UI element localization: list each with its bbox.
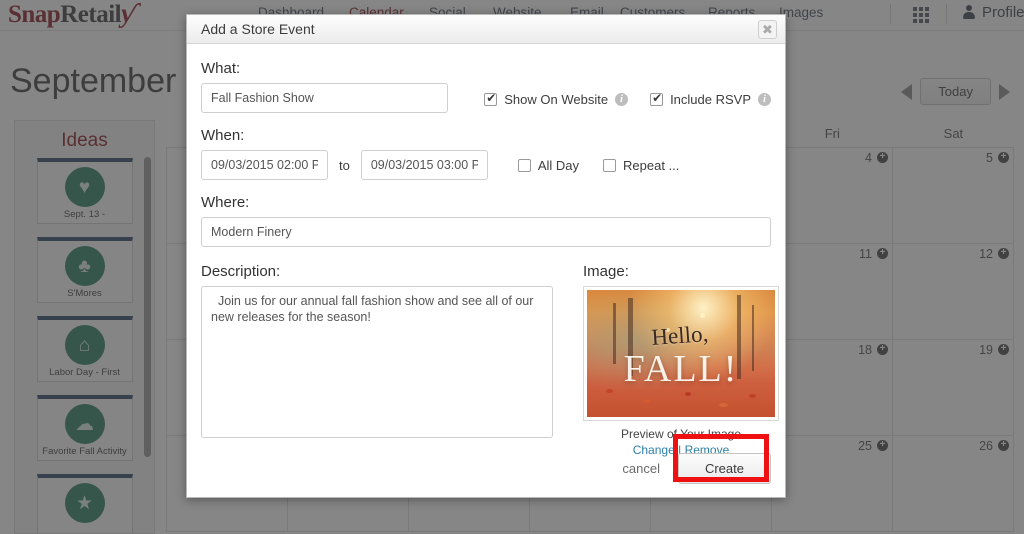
fall-preview-image: Hello, FALL! [587, 290, 775, 417]
description-label: Description: [201, 263, 281, 280]
show-on-website-checkbox[interactable] [484, 91, 498, 106]
all-day-checkbox[interactable] [517, 158, 531, 172]
start-datetime-input[interactable] [201, 150, 328, 180]
include-rsvp-label: Include RSVP [670, 92, 751, 107]
event-name-input[interactable] [201, 83, 449, 113]
image-column: Image: Hello, FALL! Preview of Your Imag… [583, 263, 779, 457]
dialog-title: Add a Store Event [201, 21, 315, 37]
include-rsvp-checkbox[interactable] [650, 91, 664, 106]
create-button[interactable]: Create [677, 453, 771, 484]
where-label: Where: [201, 194, 250, 211]
where-block: Where: [201, 194, 771, 247]
what-row: Show On Website i Include RSVP i [201, 83, 771, 113]
image-label: Image: [583, 263, 629, 280]
what-label: What: [201, 60, 241, 77]
dialog-titlebar: Add a Store Event ✖ [187, 15, 785, 44]
show-on-website-group[interactable]: Show On Website i [484, 91, 629, 107]
cancel-button[interactable]: cancel [622, 461, 660, 476]
image-preview-caption: Preview of Your Image [620, 427, 742, 441]
description-and-image-row: Description: Join us for our annual fall… [201, 263, 779, 457]
when-label: When: [201, 127, 245, 144]
description-textarea[interactable]: Join us for our annual fall fashion show… [201, 286, 553, 438]
include-rsvp-group[interactable]: Include RSVP i [650, 91, 771, 107]
show-on-website-label: Show On Website [504, 92, 609, 107]
description-column: Description: Join us for our annual fall… [201, 263, 553, 457]
repeat-group[interactable]: Repeat ... [603, 158, 679, 173]
location-input[interactable] [201, 217, 771, 247]
when-row: to All Day Repeat ... [201, 150, 771, 180]
image-overlay-fall: FALL! [623, 348, 739, 391]
all-day-label: All Day [537, 157, 580, 173]
to-label: to [339, 157, 350, 173]
all-day-group[interactable]: All Day [517, 157, 580, 173]
dialog-footer: cancel Create [622, 434, 771, 484]
add-store-event-dialog: Add a Store Event ✖ What: Show On Websit… [186, 14, 786, 498]
info-icon[interactable]: i [758, 93, 771, 106]
repeat-label: Repeat ... [623, 157, 680, 173]
end-datetime-input[interactable] [360, 150, 488, 180]
repeat-checkbox[interactable] [603, 158, 617, 172]
when-options: All Day Repeat ... [517, 157, 679, 173]
info-icon[interactable]: i [615, 93, 629, 106]
dialog-body: What: Show On Website i Include RSVP i W… [187, 44, 785, 498]
close-icon[interactable]: ✖ [758, 20, 777, 39]
website-options: Show On Website i Include RSVP i [484, 91, 771, 113]
image-preview-frame[interactable]: Hello, FALL! [583, 286, 779, 421]
when-block: When: to All Day Repeat ... [201, 127, 771, 180]
